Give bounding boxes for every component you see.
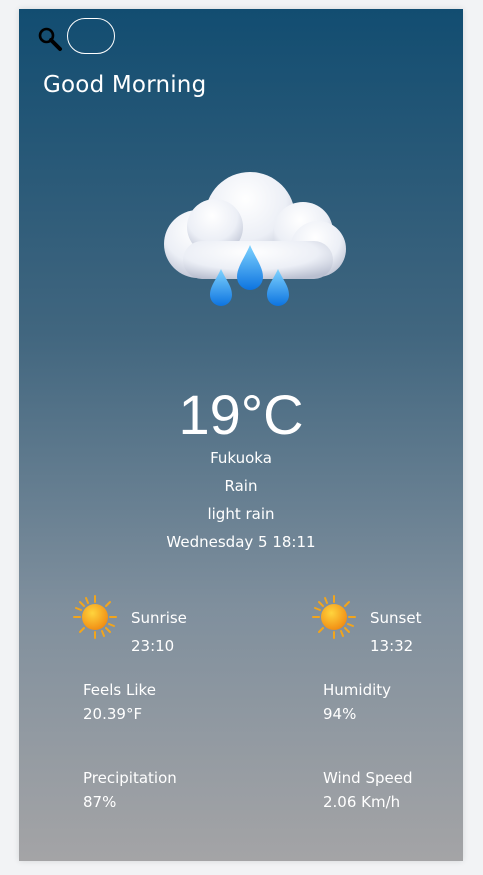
search-input[interactable]: [67, 18, 115, 54]
wind-speed-value: 2.06 Km/h: [323, 793, 401, 811]
sun-icon: [312, 595, 356, 639]
precipitation-label: Precipitation: [83, 769, 177, 787]
precipitation-value: 87%: [83, 793, 117, 811]
greeting-text: Good Morning: [43, 72, 207, 98]
feels-like-label: Feels Like: [83, 681, 156, 699]
feels-like-value: 20.39°F: [83, 705, 143, 723]
humidity-label: Humidity: [323, 681, 392, 699]
rain-cloud-icon: [164, 172, 346, 306]
city-name: Fukuoka: [210, 449, 272, 467]
sunrise-time: 23:10: [131, 637, 175, 655]
date-time: Wednesday 5 18:11: [166, 533, 316, 551]
humidity-value: 94%: [323, 705, 357, 723]
weather-description: light rain: [207, 505, 275, 523]
sunrise-label: Sunrise: [131, 609, 187, 627]
sunset-label: Sunset: [370, 609, 422, 627]
search-icon[interactable]: [37, 26, 63, 52]
weather-condition: Rain: [224, 477, 258, 495]
sun-icon: [73, 595, 117, 639]
weather-card: Good Morning 19°C Fukuoka Rain light rai…: [19, 9, 463, 861]
sunset-time: 13:32: [370, 637, 414, 655]
temperature: 19°C: [178, 383, 304, 446]
wind-speed-label: Wind Speed: [323, 769, 413, 787]
